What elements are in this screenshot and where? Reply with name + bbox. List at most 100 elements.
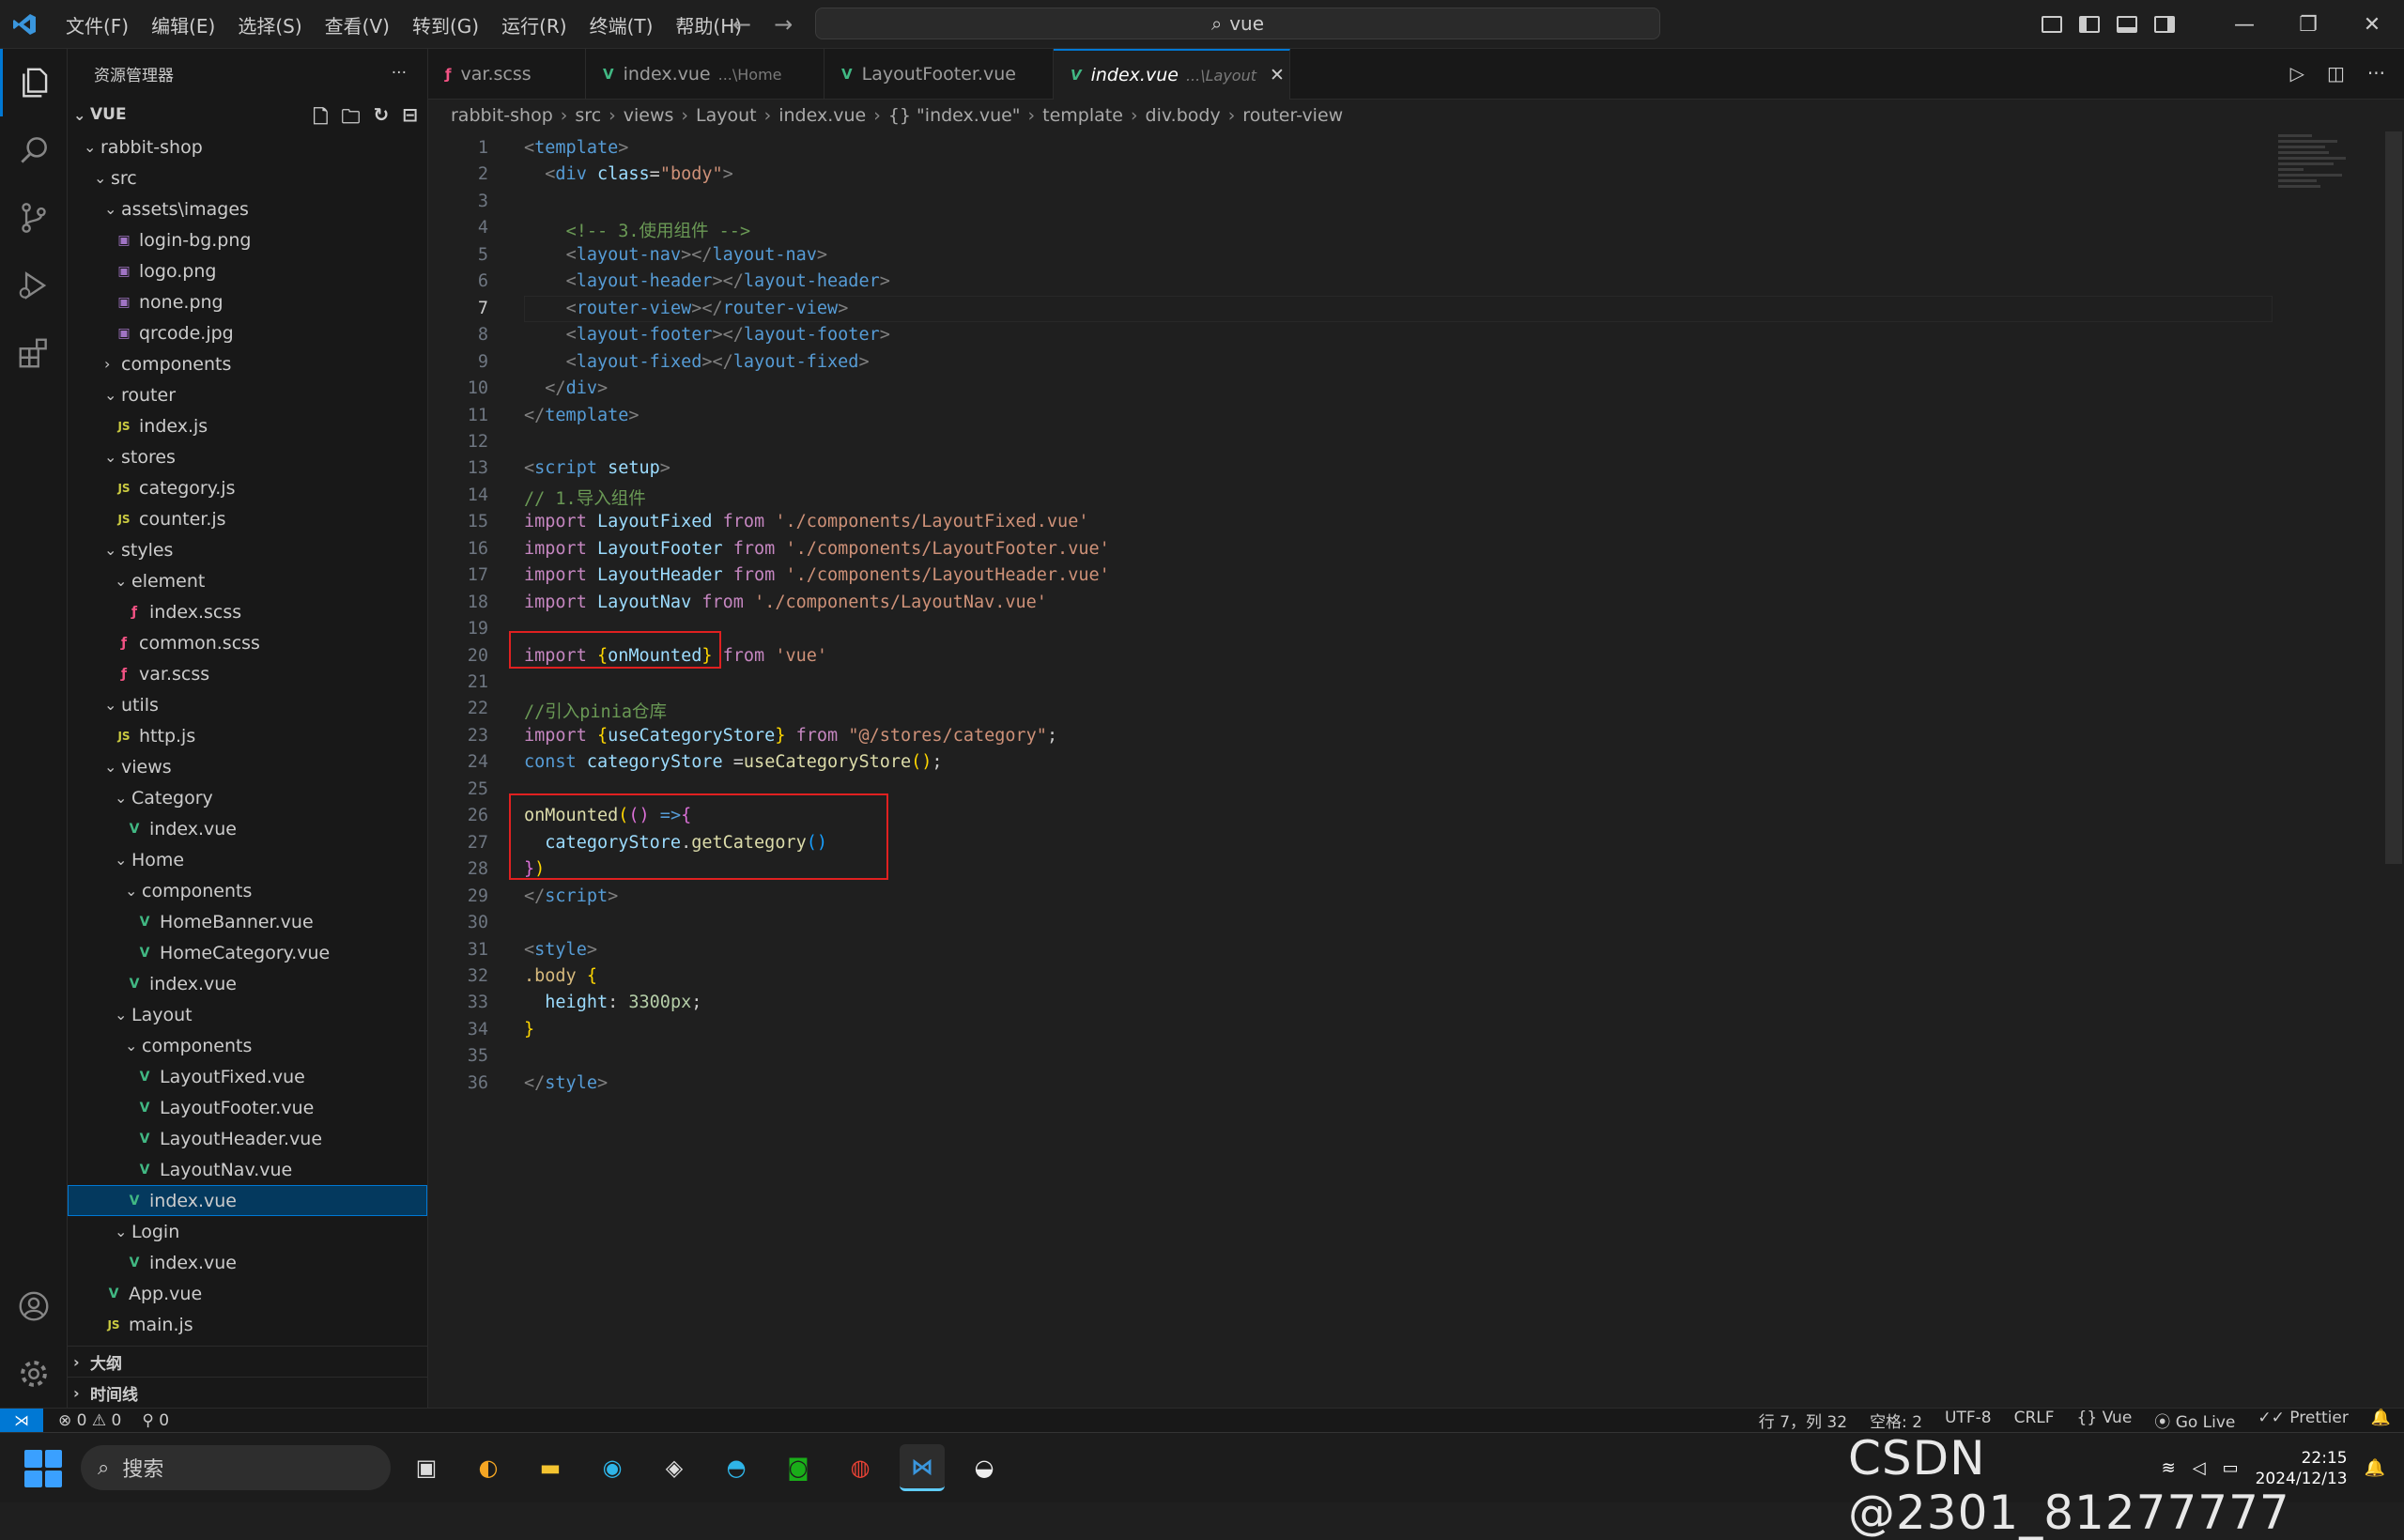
unity-app-icon[interactable]: ◈ <box>652 1444 697 1491</box>
tab-var-scss[interactable]: ƒ var.scss <box>428 49 586 100</box>
tree-file[interactable]: ▣ login-bg.png <box>68 224 427 255</box>
breadcrumb-item[interactable]: Layout <box>696 105 757 126</box>
tree-file[interactable]: Vindex.vue <box>68 1247 427 1278</box>
encoding[interactable]: UTF-8 <box>1945 1409 1992 1432</box>
more-actions-icon[interactable]: ··· <box>2367 62 2385 85</box>
tree-file[interactable]: JS http.js <box>68 720 427 751</box>
tree-file[interactable]: ▣ none.png <box>68 286 427 317</box>
chrome-browser-icon[interactable]: ◍ <box>838 1444 883 1491</box>
outline-section-header[interactable]: › 大纲 <box>68 1346 428 1377</box>
tree-file[interactable]: ▣ logo.png <box>68 255 427 286</box>
tree-folder[interactable]: ⌄ src <box>68 162 427 193</box>
tree-folder[interactable]: ⌄ Layout <box>68 999 427 1030</box>
restore-button[interactable]: ❐ <box>2276 13 2340 37</box>
close-tab-icon[interactable]: ✕ <box>1270 65 1285 85</box>
tree-folder[interactable]: ⌄ stores <box>68 441 427 472</box>
new-folder-icon[interactable]: 🗀 <box>341 103 360 135</box>
refresh-icon[interactable]: ↻ <box>373 103 389 135</box>
run-icon[interactable]: ▷ <box>2290 62 2304 85</box>
tree-file[interactable]: ƒ var.scss <box>68 658 427 689</box>
customize-layout-icon[interactable] <box>2042 16 2062 33</box>
tree-folder[interactable]: ⌄ components <box>68 1030 427 1061</box>
tree-folder[interactable]: ⌄ Login <box>68 1216 427 1247</box>
tree-file[interactable]: V HomeCategory.vue <box>68 937 427 968</box>
breadcrumb-item[interactable]: views <box>624 105 674 126</box>
tree-file[interactable]: ƒ common.scss <box>68 627 427 658</box>
tree-folder[interactable]: ⌄ components <box>68 875 427 906</box>
tree-folder[interactable]: ⌄ utils <box>68 689 427 720</box>
source-control-icon[interactable] <box>0 184 68 252</box>
tree-folder[interactable]: ⌄ styles <box>68 534 427 565</box>
vertical-scrollbar[interactable] <box>2385 131 2402 864</box>
tree-folder[interactable]: ⌄ assets\images <box>68 193 427 224</box>
code-editor[interactable]: 1 <template> 2 <div class="body"> 3 4 <!-- 3… <box>428 131 2404 1408</box>
tree-file[interactable]: V LayoutNav.vue <box>68 1154 427 1185</box>
menu-item-3[interactable]: 查看(V) <box>314 11 401 38</box>
collapse-all-icon[interactable]: ⊟ <box>402 103 418 135</box>
command-center-search[interactable]: ⌕ vue <box>815 8 1660 39</box>
explorer-icon[interactable] <box>0 49 68 116</box>
ports-status[interactable]: ⚲ 0 <box>142 1411 169 1430</box>
language-mode[interactable]: {} Vue <box>2077 1409 2133 1432</box>
menu-item-1[interactable]: 编辑(E) <box>140 11 226 38</box>
accounts-icon[interactable] <box>0 1272 68 1340</box>
search-activity-icon[interactable] <box>0 116 68 184</box>
edge-dev-icon[interactable]: ◓ <box>714 1444 759 1491</box>
tree-file[interactable]: V LayoutFixed.vue <box>68 1061 427 1092</box>
tree-file[interactable]: ▣ qrcode.jpg <box>68 317 427 348</box>
breadcrumb-item[interactable]: div.body <box>1146 105 1221 126</box>
taskbar-search[interactable]: ⌕ 搜索 <box>81 1445 391 1490</box>
tree-folder[interactable]: › components <box>68 348 427 379</box>
menu-item-2[interactable]: 选择(S) <box>226 11 313 38</box>
toggle-panel-icon[interactable] <box>2117 16 2137 33</box>
tree-file[interactable]: V App.vue <box>68 1278 427 1309</box>
tree-file[interactable]: ƒ index.scss <box>68 596 427 627</box>
menu-item-0[interactable]: 文件(F) <box>54 11 140 38</box>
cursor-position[interactable]: 行 7，列 32 <box>1759 1409 1847 1432</box>
indentation[interactable]: 空格: 2 <box>1870 1409 1922 1432</box>
menu-item-4[interactable]: 转到(G) <box>401 11 490 38</box>
tree-file[interactable]: Vindex.vue <box>68 1185 427 1216</box>
timeline-section-header[interactable]: › 时间线 <box>68 1377 428 1408</box>
tree-folder[interactable]: ⌄ views <box>68 751 427 782</box>
breadcrumb-item[interactable]: index.vue <box>778 105 866 126</box>
breadcrumb-item[interactable]: rabbit-shop <box>451 105 553 126</box>
split-editor-icon[interactable]: ◫ <box>2327 62 2345 85</box>
vscode-taskbar-icon[interactable]: ⋈ <box>900 1444 945 1491</box>
tree-file[interactable]: JS index.js <box>68 410 427 441</box>
extensions-icon[interactable] <box>0 319 68 387</box>
edge-browser-icon[interactable]: ◉ <box>590 1444 635 1491</box>
tree-file[interactable]: JS counter.js <box>68 503 427 534</box>
problems-status[interactable]: ⊗ 0 ⚠ 0 <box>58 1411 121 1430</box>
settings-gear-icon[interactable] <box>0 1340 68 1408</box>
back-arrow-icon[interactable]: ← <box>732 11 751 38</box>
menu-item-6[interactable]: 终端(T) <box>578 11 665 38</box>
run-debug-icon[interactable] <box>0 252 68 319</box>
go-live-button[interactable]: ⦿ Go Live <box>2154 1409 2235 1432</box>
tree-file[interactable]: JS main.js <box>68 1309 427 1340</box>
remote-indicator-icon[interactable]: ⋊ <box>0 1408 43 1433</box>
tree-file[interactable]: V HomeBanner.vue <box>68 906 427 937</box>
tab-index-vue[interactable]: Vindex.vue ...\Home <box>586 49 824 100</box>
toggle-sidebar-icon[interactable] <box>2079 16 2100 33</box>
tree-file[interactable]: Vindex.vue <box>68 968 427 999</box>
toggle-secondary-sidebar-icon[interactable] <box>2154 16 2175 33</box>
qq-app-icon[interactable]: ◒ <box>962 1444 1007 1491</box>
tree-folder[interactable]: ⌄ Category <box>68 782 427 813</box>
weather-widget-icon[interactable]: ◐ <box>466 1444 511 1491</box>
close-window-button[interactable]: ✕ <box>2340 13 2404 37</box>
tree-folder[interactable]: ⌄ element <box>68 565 427 596</box>
tab-index-vue[interactable]: Vindex.vue ...\Layout ✕ <box>1054 49 1290 100</box>
tree-file[interactable]: JS category.js <box>68 472 427 503</box>
prettier-button[interactable]: ✓✓ Prettier <box>2258 1409 2348 1432</box>
breadcrumb-item[interactable]: router-view <box>1242 105 1343 126</box>
tree-folder[interactable]: ⌄ rabbit-shop <box>68 131 427 162</box>
tree-file[interactable]: V LayoutFooter.vue <box>68 1092 427 1123</box>
wechat-app-icon[interactable]: ◙ <box>776 1444 821 1491</box>
tree-file[interactable]: Vindex.vue <box>68 813 427 844</box>
minimap[interactable] <box>2278 131 2363 244</box>
tree-file[interactable]: V LayoutHeader.vue <box>68 1123 427 1154</box>
more-actions-icon[interactable]: ··· <box>392 64 407 83</box>
notifications-bell-icon[interactable]: 🔔 <box>2371 1409 2391 1432</box>
minimize-button[interactable]: — <box>2212 13 2276 37</box>
